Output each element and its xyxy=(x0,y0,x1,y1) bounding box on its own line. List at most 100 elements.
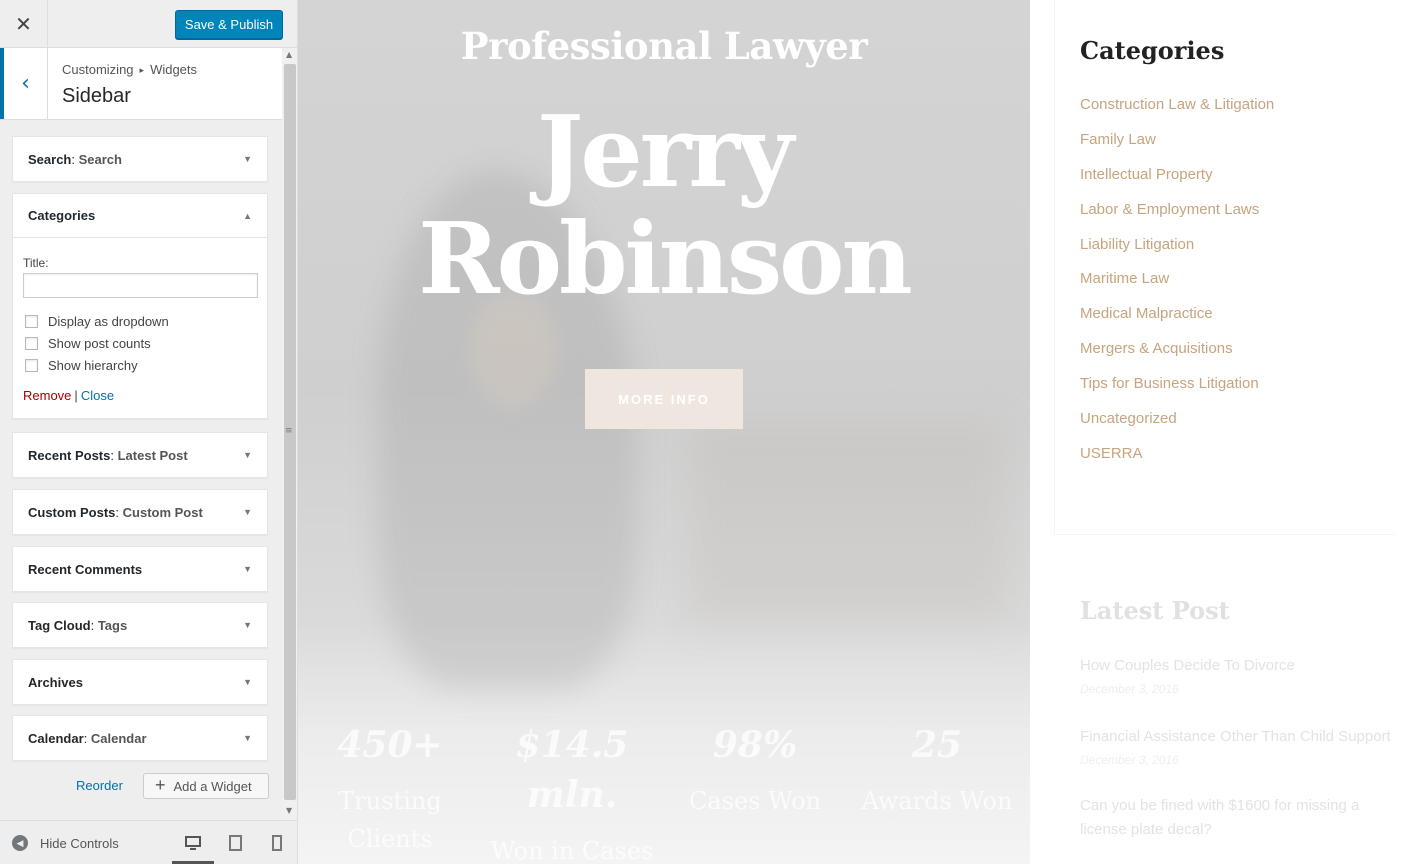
more-info-button[interactable]: MORE INFO xyxy=(585,369,743,429)
customizer-panel: ✕ Save & Publish ‹ Customizing ▸ Widgets S… xyxy=(0,0,298,864)
widget-header[interactable]: Custom Posts: Custom Post ▼ xyxy=(13,490,267,534)
stat-number: 25 xyxy=(911,724,963,766)
close-link[interactable]: Close xyxy=(81,388,114,403)
option-display-dropdown[interactable]: Display as dropdown xyxy=(23,312,257,330)
expand-arrow-icon[interactable]: ▼ xyxy=(243,507,252,517)
widget-header[interactable]: Categories ▲ xyxy=(13,194,267,238)
breadcrumb-item: Widgets xyxy=(150,62,198,77)
scroll-up-icon[interactable]: ▲ xyxy=(286,50,292,59)
categories-list: Construction Law & Litigation Family Law… xyxy=(1080,96,1274,480)
post-item: How Couples Decide To Divorce December 3… xyxy=(1080,654,1400,696)
widget-header[interactable]: Archives ▼ xyxy=(13,660,267,704)
checkbox[interactable] xyxy=(25,358,38,372)
widget-name: Calendar xyxy=(28,730,84,746)
post-item: Financial Assistance Other Than Child Su… xyxy=(1080,725,1400,767)
category-link[interactable]: Medical Malpractice xyxy=(1080,305,1274,340)
stat-item: $14.5 mln. Won in Cases xyxy=(487,720,657,864)
desktop-preview-icon[interactable] xyxy=(185,835,201,851)
preview-sidebar: Categories Construction Law & Litigation… xyxy=(1030,0,1419,864)
widget-header[interactable]: Tag Cloud: Tags ▼ xyxy=(13,603,267,647)
category-link[interactable]: Uncategorized xyxy=(1080,410,1274,445)
expand-arrow-icon[interactable]: ▼ xyxy=(243,564,252,574)
widget-header[interactable]: Recent Comments ▼ xyxy=(13,547,267,591)
widget-name: Archives xyxy=(28,674,83,690)
remove-link[interactable]: Remove xyxy=(23,388,71,403)
latest-post-heading: Latest Post xyxy=(1080,596,1230,625)
widget-categories: Categories ▲ Title: Display as dropdown … xyxy=(12,193,268,419)
widget-title: Tags xyxy=(97,617,128,633)
widget-tag-cloud: Tag Cloud: Tags ▼ xyxy=(12,602,268,648)
category-link[interactable]: Labor & Employment Laws xyxy=(1080,201,1274,236)
option-label: Display as dropdown xyxy=(48,313,169,329)
widget-title: Latest Post xyxy=(117,447,188,463)
widget-title: Custom Post xyxy=(122,504,203,520)
tablet-preview-icon[interactable] xyxy=(228,835,244,851)
customizer-header: ✕ Save & Publish xyxy=(0,0,297,48)
chevron-left-icon: ‹ xyxy=(21,71,30,96)
option-show-post-counts[interactable]: Show post counts xyxy=(23,334,257,352)
collapse-arrow-icon[interactable]: ▲ xyxy=(243,211,252,221)
hero-name-last: Robinson xyxy=(418,202,913,317)
widget-name: Recent Comments xyxy=(28,561,143,577)
expand-arrow-icon[interactable]: ▼ xyxy=(243,677,252,687)
section-header: ‹ Customizing ▸ Widgets Sidebar xyxy=(0,48,282,120)
expand-arrow-icon[interactable]: ▼ xyxy=(243,154,252,164)
add-widget-label: Add a Widget xyxy=(173,778,252,794)
customizer-footer: ◀ Hide Controls xyxy=(0,820,297,864)
widget-header[interactable]: Search: Search ▼ xyxy=(13,137,267,181)
category-link[interactable]: Family Law xyxy=(1080,131,1274,166)
widget-name: Custom Posts xyxy=(28,504,116,520)
category-link[interactable]: Construction Law & Litigation xyxy=(1080,96,1274,131)
widget-recent-posts: Recent Posts: Latest Post ▼ xyxy=(12,432,268,478)
widget-custom-posts: Custom Posts: Custom Post ▼ xyxy=(12,489,268,535)
post-title-link[interactable]: How Couples Decide To Divorce xyxy=(1080,654,1400,678)
widget-recent-comments: Recent Comments ▼ xyxy=(12,546,268,592)
category-link[interactable]: Liability Litigation xyxy=(1080,236,1274,271)
stat-item: 98% Cases Won xyxy=(670,720,840,820)
option-label: Show post counts xyxy=(48,335,151,351)
post-title-link[interactable]: Can you be fined with $1600 for missing … xyxy=(1080,794,1400,842)
title-input[interactable] xyxy=(23,273,258,298)
post-date: December 3, 2016 xyxy=(1080,682,1179,696)
stat-label: Cases Won xyxy=(688,787,822,815)
widget-name: Tag Cloud xyxy=(28,617,91,633)
expand-arrow-icon[interactable]: ▼ xyxy=(243,733,252,743)
add-widget-button[interactable]: + Add a Widget xyxy=(143,773,269,799)
stat-number: $14.5 mln. xyxy=(515,724,629,816)
stat-item: 25 Awards Won xyxy=(852,720,1022,820)
checkbox[interactable] xyxy=(25,336,38,350)
widget-name: Recent Posts xyxy=(28,447,111,463)
post-title-link[interactable]: Financial Assistance Other Than Child Su… xyxy=(1080,725,1400,749)
close-customizer-button[interactable]: ✕ xyxy=(0,0,48,48)
widget-calendar: Calendar: Calendar ▼ xyxy=(12,715,268,761)
hide-controls-button[interactable]: ◀ Hide Controls xyxy=(12,835,119,851)
expand-arrow-icon[interactable]: ▼ xyxy=(243,620,252,630)
category-link[interactable]: Tips for Business Litigation xyxy=(1080,375,1274,410)
categories-heading: Categories xyxy=(1080,36,1225,65)
widget-header[interactable]: Calendar: Calendar ▼ xyxy=(13,716,267,760)
category-link[interactable]: Intellectual Property xyxy=(1080,166,1274,201)
breadcrumb-separator-icon: ▸ xyxy=(139,65,145,75)
mobile-preview-icon[interactable] xyxy=(271,835,287,851)
panel-scrollbar[interactable]: ▲ ≡ ▼ xyxy=(282,48,297,820)
stat-label: Awards Won xyxy=(861,787,1013,815)
widget-header[interactable]: Recent Posts: Latest Post ▼ xyxy=(13,433,267,477)
option-label: Show hierarchy xyxy=(48,357,138,373)
checkbox[interactable] xyxy=(25,314,38,328)
stat-label: Trusting Clients xyxy=(338,787,442,853)
category-link[interactable]: Maritime Law xyxy=(1080,270,1274,305)
save-publish-button[interactable]: Save & Publish xyxy=(175,10,283,39)
options-group: Display as dropdown Show post counts Sho… xyxy=(23,312,257,374)
hero-subtitle: Professional Lawyer xyxy=(460,24,868,68)
stat-number: 98% xyxy=(712,724,798,766)
collapse-arrow-icon: ◀ xyxy=(12,835,28,851)
scroll-down-icon[interactable]: ▼ xyxy=(286,806,292,815)
stat-item: 450+ Trusting Clients xyxy=(305,720,475,858)
option-show-hierarchy[interactable]: Show hierarchy xyxy=(23,356,257,374)
expand-arrow-icon[interactable]: ▼ xyxy=(243,450,252,460)
reorder-link[interactable]: Reorder xyxy=(76,778,123,793)
back-button[interactable]: ‹ xyxy=(0,48,48,119)
category-link[interactable]: USERRA xyxy=(1080,445,1274,480)
category-link[interactable]: Mergers & Acquisitions xyxy=(1080,340,1274,375)
section-title: Sidebar xyxy=(62,85,131,107)
